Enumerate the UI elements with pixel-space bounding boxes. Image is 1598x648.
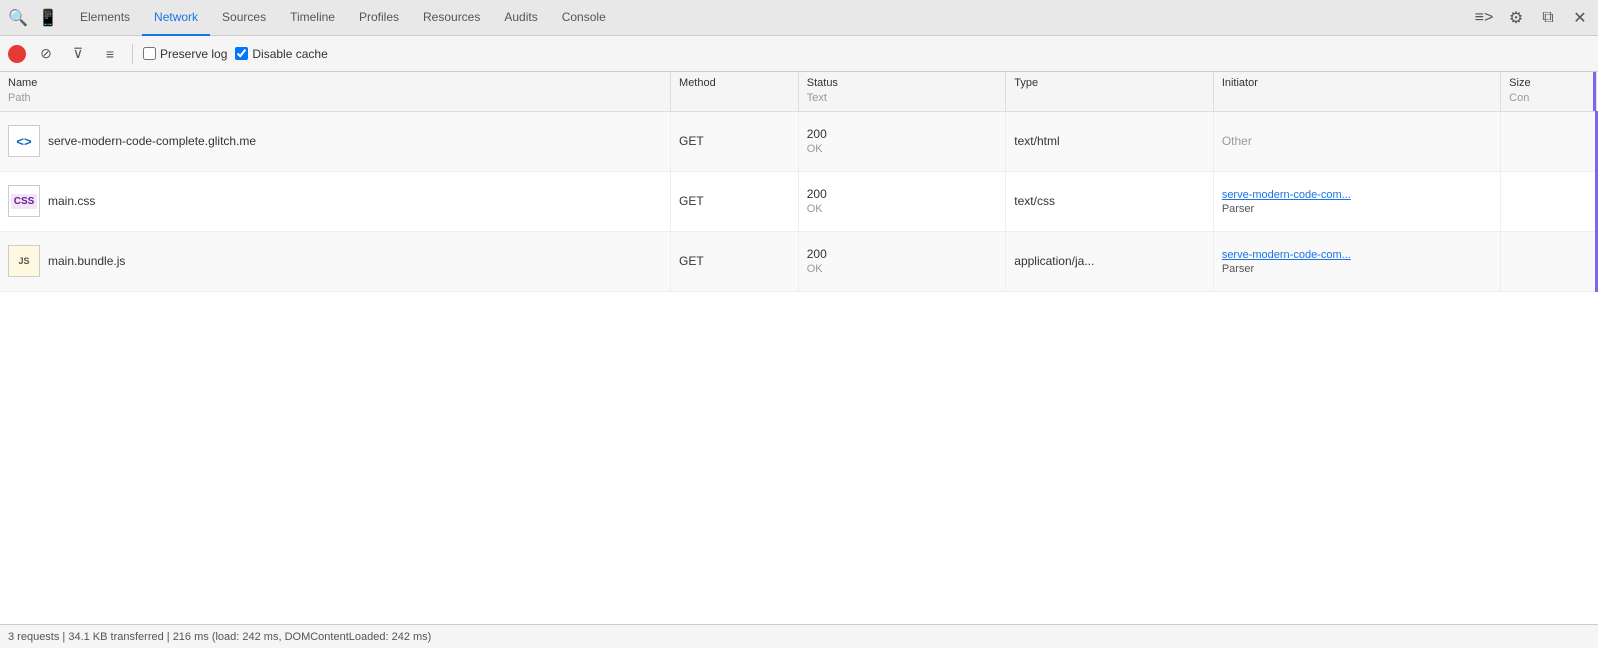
tab-profiles[interactable]: Profiles: [347, 0, 411, 36]
cell-method: GET: [671, 111, 799, 171]
disable-cache-checkbox[interactable]: [235, 47, 248, 60]
nav-tabs: Elements Network Sources Timeline Profil…: [68, 0, 618, 36]
disable-cache-label[interactable]: Disable cache: [235, 47, 327, 61]
status-bar-text: 3 requests | 34.1 KB transferred | 216 m…: [8, 631, 431, 643]
col-header-method[interactable]: Method: [671, 72, 799, 111]
cell-type: application/ja...: [1006, 231, 1214, 291]
file-name: main.bundle.js: [48, 254, 125, 268]
cell-method: GET: [671, 231, 799, 291]
file-name: main.css: [48, 194, 95, 208]
network-toolbar: ⊘ ⊽ ≡ Preserve log Disable cache: [0, 36, 1598, 72]
device-icon-btn[interactable]: 📱: [34, 4, 62, 32]
search-icon-btn[interactable]: 🔍: [4, 4, 32, 32]
execute-icon-btn[interactable]: ≡>: [1470, 4, 1498, 32]
toolbar-divider: [132, 44, 133, 64]
preserve-log-checkbox[interactable]: [143, 47, 156, 60]
tab-audits[interactable]: Audits: [492, 0, 549, 36]
table-row[interactable]: <> serve-modern-code-complete.glitch.me …: [0, 111, 1597, 171]
cell-name: <> serve-modern-code-complete.glitch.me: [0, 111, 671, 171]
settings-icon-btn[interactable]: ⚙: [1502, 4, 1530, 32]
col-header-name[interactable]: Name Path: [0, 72, 671, 111]
clear-button[interactable]: ⊘: [34, 42, 58, 66]
initiator-sub: Parser: [1222, 263, 1254, 275]
cell-type: text/html: [1006, 111, 1214, 171]
network-table: Name Path Method Status Text Type Initia…: [0, 72, 1598, 292]
file-icon-css: CSS: [8, 185, 40, 217]
col-header-initiator[interactable]: Initiator: [1213, 72, 1500, 111]
table-row[interactable]: JS main.bundle.js GET200OKapplication/ja…: [0, 231, 1597, 291]
file-name: serve-modern-code-complete.glitch.me: [48, 134, 256, 148]
record-button[interactable]: [8, 45, 26, 63]
filter-button[interactable]: ⊽: [66, 42, 90, 66]
tab-sources[interactable]: Sources: [210, 0, 278, 36]
tab-console[interactable]: Console: [550, 0, 618, 36]
disable-cache-text: Disable cache: [252, 47, 327, 61]
close-icon-btn[interactable]: ✕: [1566, 4, 1594, 32]
col-header-size[interactable]: Size Con: [1501, 72, 1597, 111]
cell-initiator: serve-modern-code-com... Parser: [1213, 171, 1500, 231]
tab-network[interactable]: Network: [142, 0, 210, 36]
cell-type: text/css: [1006, 171, 1214, 231]
status-bar: 3 requests | 34.1 KB transferred | 216 m…: [0, 624, 1598, 648]
file-icon-js: JS: [8, 245, 40, 277]
cell-size: [1501, 111, 1597, 171]
tab-timeline[interactable]: Timeline: [278, 0, 347, 36]
dock-icon-btn[interactable]: ⧉: [1534, 4, 1562, 32]
nav-right-icons: ≡> ⚙ ⧉ ✕: [1470, 4, 1594, 32]
top-nav: 🔍 📱 Elements Network Sources Timeline Pr…: [0, 0, 1598, 36]
cell-initiator: serve-modern-code-com... Parser: [1213, 231, 1500, 291]
table-row[interactable]: CSS main.css GET200OKtext/cssserve-moder…: [0, 171, 1597, 231]
initiator-link[interactable]: serve-modern-code-com...: [1222, 189, 1351, 201]
cell-initiator: Other: [1213, 111, 1500, 171]
view-toggle-button[interactable]: ≡: [98, 42, 122, 66]
cell-size: [1501, 231, 1597, 291]
cell-name: JS main.bundle.js: [0, 231, 671, 291]
col-header-type[interactable]: Type: [1006, 72, 1214, 111]
cell-method: GET: [671, 171, 799, 231]
table-header-row: Name Path Method Status Text Type Initia…: [0, 72, 1597, 111]
tab-elements[interactable]: Elements: [68, 0, 142, 36]
cell-size: [1501, 171, 1597, 231]
col-header-status[interactable]: Status Text: [798, 72, 1006, 111]
network-table-container: Name Path Method Status Text Type Initia…: [0, 72, 1598, 624]
initiator-text: Other: [1222, 134, 1252, 148]
cell-name: CSS main.css: [0, 171, 671, 231]
cell-status: 200OK: [798, 171, 1006, 231]
cell-status: 200OK: [798, 231, 1006, 291]
file-icon-html: <>: [8, 125, 40, 157]
preserve-log-text: Preserve log: [160, 47, 227, 61]
preserve-log-label[interactable]: Preserve log: [143, 47, 227, 61]
initiator-sub: Parser: [1222, 203, 1254, 215]
cell-status: 200OK: [798, 111, 1006, 171]
initiator-link[interactable]: serve-modern-code-com...: [1222, 249, 1351, 261]
tab-resources[interactable]: Resources: [411, 0, 492, 36]
